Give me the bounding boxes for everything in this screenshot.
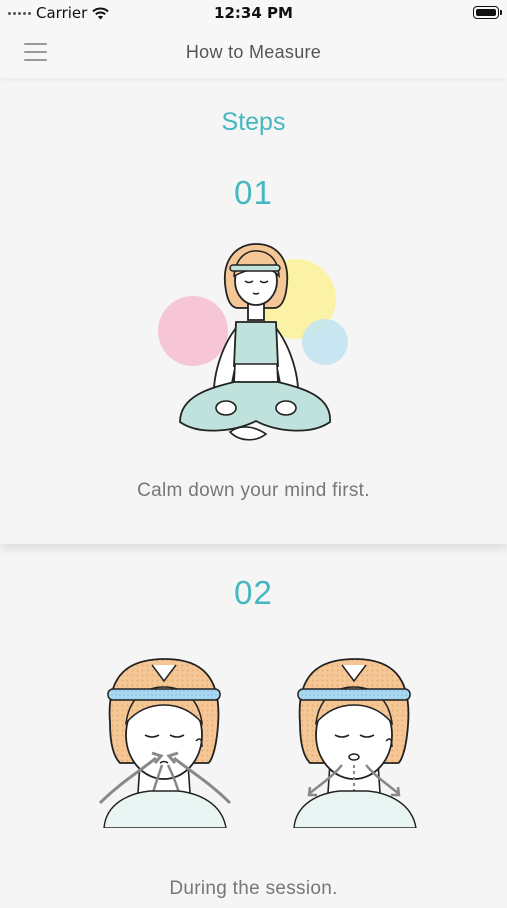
status-time: 12:34 PM	[214, 4, 293, 22]
steps-heading: Steps	[221, 108, 286, 136]
meditation-illustration	[158, 243, 348, 441]
step-number-2: 02	[234, 574, 273, 611]
exhale-face	[293, 658, 417, 828]
nav-title: How to Measure	[185, 42, 322, 62]
step-card-2: 02 During the session.	[0, 548, 507, 908]
step-card-1: Steps 01 Calm down your mind first.	[0, 82, 507, 544]
step-caption-1: Calm down your mind first.	[137, 480, 370, 501]
status-bar: Carrier 12:34 PM	[0, 0, 507, 26]
navigation-bar: How to Measure	[0, 26, 507, 78]
breathing-illustration	[98, 658, 417, 828]
battery-icon	[473, 6, 502, 19]
step-caption-2: During the session.	[169, 878, 338, 899]
inhale-face	[98, 658, 232, 828]
step-number-1: 01	[234, 174, 273, 211]
